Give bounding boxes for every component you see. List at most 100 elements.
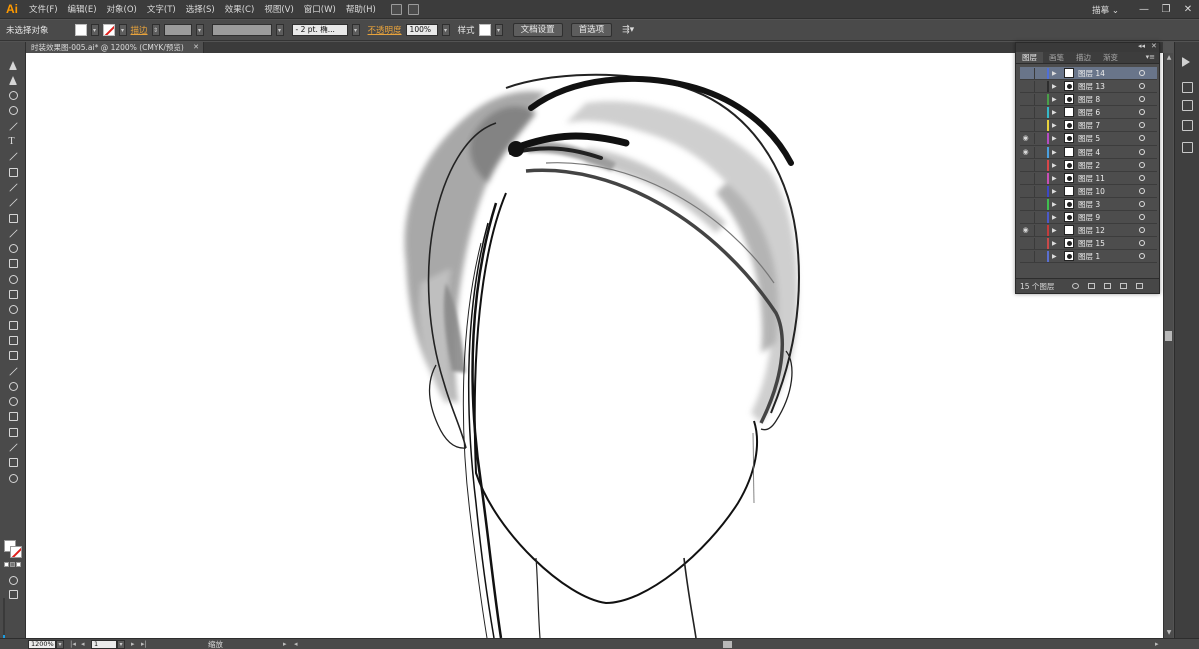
target-circle-icon[interactable] xyxy=(1139,135,1145,142)
expand-arrow-icon[interactable]: ▶ xyxy=(1052,119,1057,132)
lock-toggle[interactable] xyxy=(1034,225,1043,237)
style-swatch[interactable] xyxy=(478,24,491,36)
fill-swatch[interactable] xyxy=(74,24,87,36)
create-sublayer-icon[interactable] xyxy=(1104,283,1111,289)
expand-arrow-icon[interactable]: ▶ xyxy=(1052,146,1057,159)
scroll-up-icon[interactable]: ▲ xyxy=(1165,54,1173,62)
target-circle-icon[interactable] xyxy=(1139,253,1145,260)
target-circle-icon[interactable] xyxy=(1139,174,1145,181)
visibility-eye-icon[interactable] xyxy=(1021,69,1030,77)
visibility-eye-icon[interactable] xyxy=(1021,213,1030,221)
expand-arrow-icon[interactable]: ▶ xyxy=(1052,67,1057,80)
layer-name[interactable]: 图层 10 xyxy=(1078,185,1105,198)
lasso-icon[interactable] xyxy=(6,105,20,117)
target-circle-icon[interactable] xyxy=(1139,83,1145,90)
layer-name[interactable]: 图层 8 xyxy=(1078,93,1100,106)
artboard-icon[interactable] xyxy=(6,426,20,438)
expand-arrow-icon[interactable]: ▶ xyxy=(1052,250,1057,263)
shape-builder-icon[interactable] xyxy=(6,304,20,316)
menu-item[interactable]: 效果(C) xyxy=(220,3,260,15)
menu-item[interactable]: 帮助(H) xyxy=(341,3,381,15)
next-artboard-icon[interactable]: ▸ xyxy=(131,639,135,649)
layer-row[interactable]: ◉ ▶ 图层 5 xyxy=(1020,132,1157,146)
artboard-dropdown[interactable]: ▾ xyxy=(117,640,125,649)
locate-object-icon[interactable] xyxy=(1072,283,1079,289)
layer-row[interactable]: ▶ 图层 10 xyxy=(1020,185,1157,198)
menu-item[interactable]: 视图(V) xyxy=(259,3,298,15)
layer-name[interactable]: 图层 13 xyxy=(1078,80,1105,93)
stroke-weight-field[interactable] xyxy=(163,24,192,36)
symbol-sprayer-icon[interactable] xyxy=(6,396,20,408)
layer-name[interactable]: 图层 1 xyxy=(1078,250,1100,263)
lock-toggle[interactable] xyxy=(1034,185,1043,197)
target-circle-icon[interactable] xyxy=(1139,187,1145,194)
visibility-eye-icon[interactable] xyxy=(1021,200,1030,208)
target-circle-icon[interactable] xyxy=(1139,240,1145,247)
mesh-icon[interactable] xyxy=(6,334,20,346)
layer-row[interactable]: ▶ 图层 11 xyxy=(1020,172,1157,185)
stroke-weight-dropdown[interactable]: ▾ xyxy=(195,24,204,36)
expand-arrow-icon[interactable]: ▶ xyxy=(1052,185,1057,198)
zoom-field[interactable]: 1200% xyxy=(28,640,56,649)
visibility-eye-icon[interactable] xyxy=(1021,121,1030,129)
layer-row[interactable]: ▶ 图层 3 xyxy=(1020,198,1157,212)
layer-name[interactable]: 图层 3 xyxy=(1078,198,1100,211)
panel-tab[interactable]: 图层 xyxy=(1016,52,1043,63)
bridge-icon[interactable] xyxy=(390,3,402,15)
layer-name[interactable]: 图层 6 xyxy=(1078,106,1100,119)
lock-toggle[interactable] xyxy=(1034,198,1043,210)
target-circle-icon[interactable] xyxy=(1139,200,1145,207)
scale-icon[interactable] xyxy=(6,258,20,270)
layer-row[interactable]: ▶ 图层 13 xyxy=(1020,80,1157,94)
expand-arrow-icon[interactable]: ▶ xyxy=(1052,80,1057,93)
layer-name[interactable]: 图层 15 xyxy=(1078,237,1105,250)
layer-row[interactable]: ◉ ▶ 图层 12 xyxy=(1020,224,1157,238)
info-icon[interactable] xyxy=(1182,100,1193,111)
target-circle-icon[interactable] xyxy=(1139,148,1145,155)
scroll-left-icon[interactable]: ◂ xyxy=(294,639,298,649)
screen-mode-icon[interactable] xyxy=(6,588,20,600)
document-setup-button[interactable]: 文档设置 xyxy=(512,23,563,37)
stroke-swatch[interactable] xyxy=(102,24,115,36)
lock-toggle[interactable] xyxy=(1034,172,1043,184)
eraser-icon[interactable] xyxy=(6,227,20,239)
blob-brush-icon[interactable] xyxy=(6,212,20,224)
workspace-switcher[interactable]: 描摹 ⌄ xyxy=(1092,4,1119,16)
lock-toggle[interactable] xyxy=(1034,146,1043,158)
layer-name[interactable]: 图层 4 xyxy=(1078,146,1100,159)
warp-icon[interactable] xyxy=(6,273,20,285)
layer-name[interactable]: 图层 5 xyxy=(1078,132,1100,145)
last-artboard-icon[interactable]: ▸| xyxy=(141,639,147,649)
opacity-dropdown[interactable]: ▾ xyxy=(441,24,450,36)
none-icon[interactable] xyxy=(16,562,21,567)
zoom-icon[interactable] xyxy=(6,472,20,484)
preferences-button[interactable]: 首选项 xyxy=(570,23,613,37)
layer-name[interactable]: 图层 2 xyxy=(1078,159,1100,172)
layer-row[interactable]: ◉ ▶ 图层 4 xyxy=(1020,146,1157,159)
first-artboard-icon[interactable]: |◂ xyxy=(70,639,76,649)
lock-toggle[interactable] xyxy=(1034,94,1043,106)
menu-item[interactable]: 窗口(W) xyxy=(299,3,341,15)
artboard-canvas[interactable] xyxy=(26,53,1163,638)
visibility-eye-icon[interactable] xyxy=(1021,161,1030,169)
stroke-weight-stepper[interactable]: ⇕ xyxy=(151,24,160,36)
layer-row[interactable]: ▶ 图层 9 xyxy=(1020,211,1157,225)
layer-row[interactable]: ▶ 图层 2 xyxy=(1020,159,1157,172)
transform-icon[interactable] xyxy=(1182,142,1193,153)
close-button[interactable]: ✕ xyxy=(1177,0,1199,19)
stroke-color-icon[interactable] xyxy=(10,546,22,558)
visibility-eye-icon[interactable]: ◉ xyxy=(1021,148,1030,156)
scroll-right-icon[interactable]: ▸ xyxy=(1155,639,1159,649)
layer-row[interactable]: ▶ 图层 7 xyxy=(1020,119,1157,133)
maximize-button[interactable]: ❐ xyxy=(1155,0,1177,19)
target-circle-icon[interactable] xyxy=(1139,96,1145,103)
status-menu-icon[interactable]: ▸ xyxy=(283,639,287,649)
horizontal-scroll-thumb[interactable] xyxy=(723,641,732,648)
lock-toggle[interactable] xyxy=(1034,107,1043,119)
panel-tab[interactable]: 画笔 xyxy=(1043,52,1070,63)
navigator-icon[interactable] xyxy=(1182,82,1193,93)
expand-arrow-icon[interactable]: ▶ xyxy=(1052,172,1057,185)
lock-toggle[interactable] xyxy=(1034,212,1043,224)
opacity-field[interactable]: 100% xyxy=(405,24,438,36)
eyedropper-icon[interactable] xyxy=(6,365,20,377)
